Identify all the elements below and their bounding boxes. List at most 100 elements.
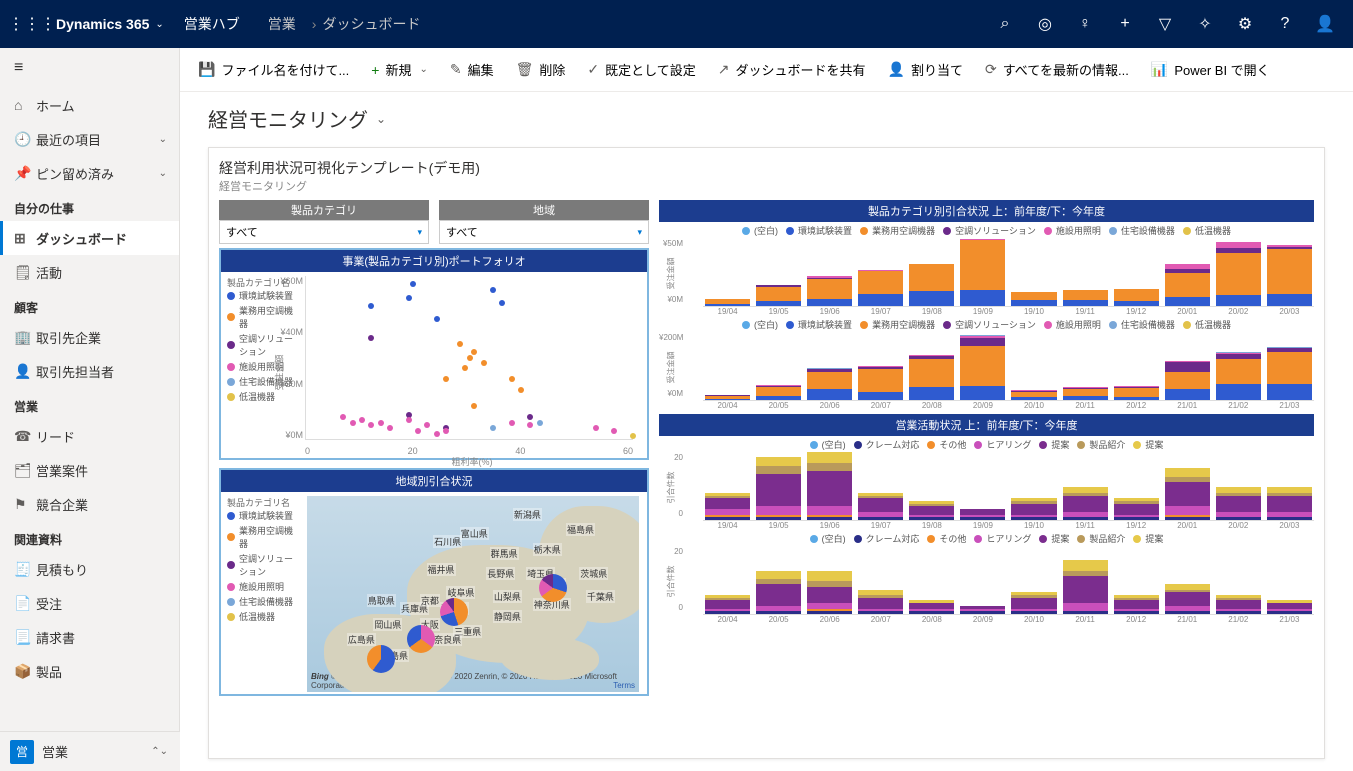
- chart-cat-prev[interactable]: 受注金額 ¥50M¥0M 19/0419/0519/0619/0719/0819…: [659, 239, 1314, 316]
- plus-icon[interactable]: +: [1105, 15, 1145, 33]
- bar-column[interactable]: [858, 366, 903, 400]
- tile-region-map[interactable]: 地域別引合状況 製品カテゴリ名 環境試験装置業務用空調機器空調ソリューション施設…: [219, 468, 649, 696]
- bar-column[interactable]: [909, 501, 954, 520]
- cmd-button[interactable]: 💾ファイル名を付けて...: [188, 54, 359, 85]
- legend-item[interactable]: 環境試験装置: [786, 318, 852, 331]
- user-icon[interactable]: 👤: [1305, 14, 1345, 34]
- legend-item[interactable]: 施設用照明: [1044, 318, 1101, 331]
- sidebar-item[interactable]: ☎リード: [0, 419, 179, 453]
- bar-column[interactable]: [1216, 595, 1261, 614]
- scatter-point[interactable]: [630, 433, 636, 439]
- legend-item[interactable]: 提案: [1039, 438, 1069, 451]
- bar-column[interactable]: [1114, 498, 1159, 520]
- bar-column[interactable]: [705, 395, 750, 400]
- breadcrumb-1[interactable]: 営業: [268, 14, 296, 34]
- bar-column[interactable]: [1114, 386, 1159, 400]
- scatter-point[interactable]: [434, 431, 440, 437]
- scatter-point[interactable]: [406, 295, 412, 301]
- search-icon[interactable]: ⌕: [985, 15, 1025, 33]
- scatter-point[interactable]: [368, 335, 374, 341]
- chart-act-prev[interactable]: 引合件数 200 19/0419/0519/0619/0719/0819/091…: [659, 453, 1314, 530]
- bar-column[interactable]: [1165, 468, 1210, 520]
- cmd-button[interactable]: 🗑削除: [506, 54, 576, 85]
- bar-column[interactable]: [756, 457, 801, 520]
- map-terms-link[interactable]: Terms: [613, 681, 635, 690]
- legend-item[interactable]: 環境試験装置: [227, 509, 297, 522]
- scatter-point[interactable]: [527, 414, 533, 420]
- bar-column[interactable]: [1063, 387, 1108, 400]
- chart-cat-curr[interactable]: 受注金額 ¥200M¥0M 20/0420/0520/0620/0720/082…: [659, 333, 1314, 410]
- legend-item[interactable]: ヒアリング: [974, 438, 1031, 451]
- bar-column[interactable]: [807, 276, 852, 306]
- bar-column[interactable]: [1267, 600, 1312, 614]
- scatter-point[interactable]: [527, 422, 533, 428]
- bar-column[interactable]: [1011, 292, 1056, 306]
- cmd-button[interactable]: ↗ダッシュボードを共有: [708, 54, 876, 85]
- scatter-point[interactable]: [415, 428, 421, 434]
- sidebar-item[interactable]: ⚑競合企業: [0, 487, 179, 521]
- cmd-button[interactable]: +新規⌄: [361, 54, 438, 85]
- chevron-down-icon[interactable]: ⌄: [159, 134, 167, 145]
- sidebar-footer[interactable]: 営 営業 ⌃⌄: [0, 731, 180, 771]
- legend-item[interactable]: (空白): [742, 224, 778, 237]
- bar-column[interactable]: [1267, 487, 1312, 520]
- legend-item[interactable]: ヒアリング: [974, 532, 1031, 545]
- legend-item[interactable]: 提案: [1039, 532, 1069, 545]
- cmd-button[interactable]: ✓既定として設定: [577, 54, 705, 85]
- scatter-point[interactable]: [406, 417, 412, 423]
- bar-column[interactable]: [756, 571, 801, 615]
- sidebar-item[interactable]: 🗒活動: [0, 255, 179, 289]
- bar-column[interactable]: [1114, 595, 1159, 614]
- sidebar-item[interactable]: 👤取引先担当者: [0, 354, 179, 388]
- scatter-point[interactable]: [611, 428, 617, 434]
- legend-item[interactable]: 業務用空調機器: [227, 524, 297, 550]
- bar-column[interactable]: [1011, 592, 1056, 614]
- bar-column[interactable]: [1216, 242, 1261, 306]
- bar-column[interactable]: [1165, 264, 1210, 306]
- sidebar-item[interactable]: 📄受注: [0, 586, 179, 620]
- scatter-point[interactable]: [378, 420, 384, 426]
- sidebar-item[interactable]: 🗂営業案件: [0, 453, 179, 487]
- sidebar-item-home[interactable]: ⌂ホーム: [0, 88, 179, 122]
- legend-item[interactable]: 施設用照明: [1044, 224, 1101, 237]
- gear-icon[interactable]: ⚙: [1225, 14, 1265, 34]
- legend-item[interactable]: 業務用空調機器: [860, 224, 935, 237]
- bulb-icon[interactable]: ♀: [1065, 15, 1105, 33]
- scatter-point[interactable]: [359, 417, 365, 423]
- bar-column[interactable]: [705, 299, 750, 306]
- sidebar-item-recent[interactable]: 🕘最近の項目⌄: [0, 122, 179, 156]
- legend-item[interactable]: 提案: [1133, 438, 1163, 451]
- funnel-icon[interactable]: ▽: [1145, 14, 1185, 34]
- sidebar-item[interactable]: ⊞ダッシュボード: [0, 221, 179, 255]
- scatter-point[interactable]: [537, 420, 543, 426]
- updown-icon[interactable]: ⌃⌄: [151, 746, 168, 757]
- app-launcher-icon[interactable]: ⋮⋮⋮: [8, 14, 56, 34]
- help-icon[interactable]: ?: [1265, 15, 1305, 33]
- bar-column[interactable]: [1165, 584, 1210, 614]
- scatter-point[interactable]: [424, 422, 430, 428]
- bar-column[interactable]: [1165, 361, 1210, 400]
- scatter-point[interactable]: [368, 422, 374, 428]
- scatter-point[interactable]: [467, 355, 473, 361]
- scatter-point[interactable]: [434, 316, 440, 322]
- chevron-down-icon[interactable]: ⌄: [419, 64, 427, 75]
- bar-column[interactable]: [807, 571, 852, 615]
- bar-column[interactable]: [960, 335, 1005, 400]
- scatter-point[interactable]: [593, 425, 599, 431]
- scatter-point[interactable]: [490, 287, 496, 293]
- cmd-button[interactable]: 📊Power BI で開く: [1141, 54, 1280, 85]
- legend-item[interactable]: 低温機器: [1183, 224, 1231, 237]
- bar-column[interactable]: [909, 600, 954, 614]
- legend-item[interactable]: 提案: [1133, 532, 1163, 545]
- bar-column[interactable]: [705, 595, 750, 614]
- bar-column[interactable]: [807, 368, 852, 400]
- legend-item[interactable]: 低温機器: [227, 610, 297, 623]
- bar-column[interactable]: [1063, 487, 1108, 520]
- map-pie[interactable]: [440, 598, 468, 626]
- bing-map[interactable]: Bing © 2020 TomTom © 2020 HERE, © 2020 Z…: [307, 496, 639, 692]
- legend-item[interactable]: 住宅設備機器: [227, 595, 297, 608]
- bar-column[interactable]: [807, 452, 852, 520]
- chart-act-curr[interactable]: 引合件数 200 20/0420/0520/0620/0720/0820/092…: [659, 547, 1314, 624]
- tile-portfolio-scatter[interactable]: 事業(製品カテゴリ別)ポートフォリオ 製品カテゴリ名 環境試験装置業務用空調機器…: [219, 248, 649, 460]
- map-pie[interactable]: [367, 645, 395, 673]
